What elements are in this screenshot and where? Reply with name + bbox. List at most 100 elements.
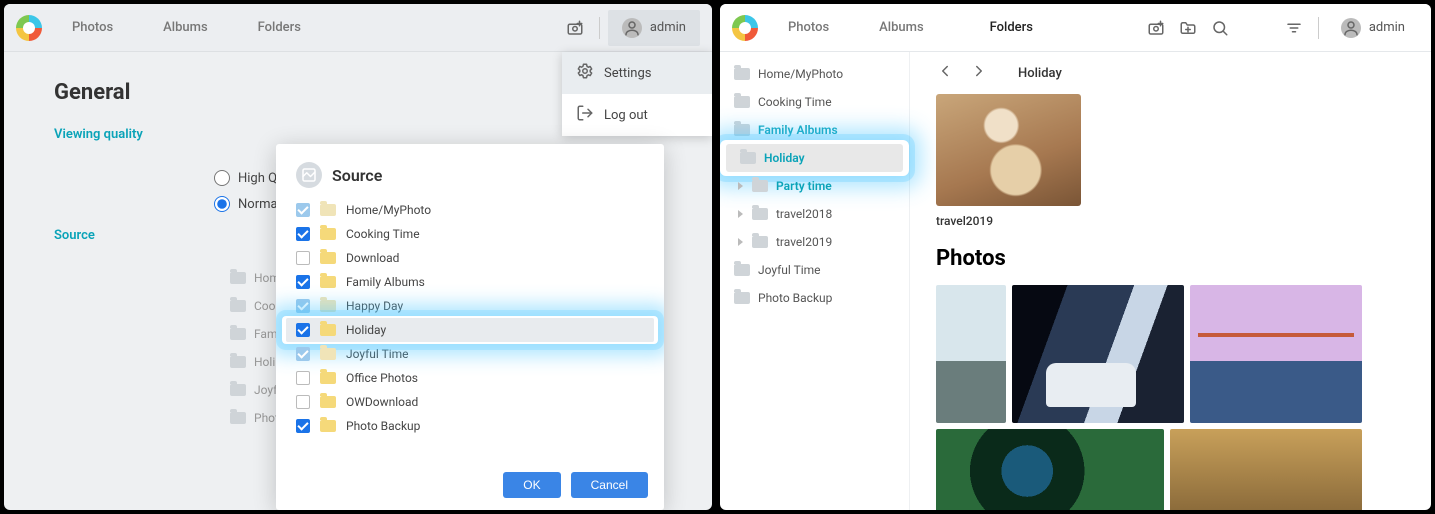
source-row-label: Holiday xyxy=(346,323,386,337)
photo-thumbnail[interactable] xyxy=(1190,285,1362,423)
photo-thumbnail[interactable] xyxy=(936,285,1006,423)
folder-icon xyxy=(230,356,246,368)
tree-item[interactable]: travel2019 xyxy=(720,228,909,256)
folder-icon xyxy=(320,396,336,408)
add-photo-icon[interactable] xyxy=(1140,12,1172,44)
cancel-button[interactable]: Cancel xyxy=(571,472,648,498)
folder-icon xyxy=(230,300,246,312)
source-row[interactable]: Cooking Time xyxy=(286,222,654,246)
folder-icon xyxy=(734,96,750,108)
tree-item-label: travel2018 xyxy=(776,207,832,221)
folder-icon xyxy=(320,300,336,312)
source-row[interactable]: Joyful Time xyxy=(286,342,654,366)
browser-panel: Photos Albums Folders admin Home/MyPhoto… xyxy=(720,4,1431,510)
source-dialog: Source Home/MyPhotoCooking TimeDownload F… xyxy=(276,144,664,510)
tree-item[interactable]: Photo Backup xyxy=(720,284,909,312)
photo-grid xyxy=(936,285,1405,423)
nav-folders[interactable]: Folders xyxy=(258,20,301,35)
dialog-header: Source xyxy=(276,144,664,198)
folder-icon xyxy=(734,264,750,276)
nav-photos[interactable]: Photos xyxy=(788,20,829,35)
photo-thumbnail[interactable] xyxy=(936,429,1164,510)
add-photo-icon[interactable] xyxy=(559,12,591,44)
add-folder-icon[interactable] xyxy=(1172,12,1204,44)
tree-item-label: Family Albums xyxy=(758,123,838,137)
nav-photos[interactable]: Photos xyxy=(72,20,113,35)
tree-item[interactable]: Family Albums xyxy=(720,116,909,144)
folder-icon xyxy=(230,384,246,396)
avatar-icon xyxy=(1341,18,1361,38)
nav-forward-icon xyxy=(970,62,988,84)
checkbox[interactable] xyxy=(296,323,310,337)
checkbox[interactable] xyxy=(296,251,310,265)
tree-item-label: Cooking Time xyxy=(758,95,832,109)
breadcrumb: Holiday xyxy=(936,62,1405,84)
folder-icon xyxy=(734,292,750,304)
search-icon[interactable] xyxy=(1204,12,1236,44)
photo-thumbnail[interactable] xyxy=(1012,285,1184,423)
source-row[interactable]: Photo Backup xyxy=(286,414,654,438)
source-row-label: Photo Backup xyxy=(346,419,420,433)
source-row[interactable]: Home/MyPhoto xyxy=(286,198,654,222)
photo-thumbnail[interactable] xyxy=(1170,429,1362,510)
tree-item[interactable]: travel2018 xyxy=(720,200,909,228)
filter-icon[interactable] xyxy=(1278,12,1310,44)
checkbox[interactable] xyxy=(296,275,310,289)
menu-logout[interactable]: Log out xyxy=(562,94,712,136)
nav-albums[interactable]: Albums xyxy=(163,20,207,35)
nav-divider xyxy=(1318,17,1319,39)
source-row[interactable]: Happy Day xyxy=(286,294,654,318)
top-nav-left: Photos Albums Folders admin xyxy=(4,4,712,52)
expand-caret-icon[interactable] xyxy=(738,210,743,218)
checkbox[interactable] xyxy=(296,299,310,313)
checkbox[interactable] xyxy=(296,203,310,217)
source-row[interactable]: Office Photos xyxy=(286,366,654,390)
source-row[interactable]: Family Albums xyxy=(286,270,654,294)
folder-icon xyxy=(734,68,750,80)
user-menu-trigger[interactable]: admin xyxy=(608,10,700,46)
folder-icon xyxy=(320,372,336,384)
user-menu-trigger[interactable]: admin xyxy=(1327,10,1419,46)
subfolder-thumbnail[interactable]: travel2019 xyxy=(936,94,1081,228)
folder-icon xyxy=(320,276,336,288)
radio-normal-input[interactable] xyxy=(214,196,230,212)
radio-hq-input[interactable] xyxy=(214,170,230,186)
source-row-label: Family Albums xyxy=(346,275,425,289)
tree-item-label: travel2019 xyxy=(776,235,832,249)
checkbox[interactable] xyxy=(296,371,310,385)
dialog-title: Source xyxy=(332,166,382,185)
source-row[interactable]: Download xyxy=(286,246,654,270)
app-logo-icon xyxy=(16,15,42,41)
app-logo-icon xyxy=(732,15,758,41)
tree-item[interactable]: Party time xyxy=(720,172,909,200)
checkbox[interactable] xyxy=(296,419,310,433)
tree-item[interactable]: Cooking Time xyxy=(720,88,909,116)
tree-item[interactable]: Joyful Time xyxy=(720,256,909,284)
nav-divider xyxy=(599,17,600,39)
nav-albums[interactable]: Albums xyxy=(879,20,923,35)
breadcrumb-title: Holiday xyxy=(1018,66,1062,81)
folder-icon xyxy=(230,328,246,340)
source-row[interactable]: Holiday xyxy=(286,318,654,342)
folder-icon xyxy=(740,152,756,164)
folder-icon xyxy=(230,412,246,424)
folder-tree: Home/MyPhoto Cooking Time Family Albums Hol… xyxy=(720,52,910,510)
source-row[interactable]: OWDownload xyxy=(286,390,654,414)
expand-caret-icon[interactable] xyxy=(738,238,743,246)
checkbox[interactable] xyxy=(296,395,310,409)
expand-caret-icon[interactable] xyxy=(738,182,743,190)
checkbox[interactable] xyxy=(296,347,310,361)
tree-item[interactable]: Holiday xyxy=(726,144,903,172)
nav-folders[interactable]: Folders xyxy=(974,14,1049,41)
tree-item[interactable]: Home/MyPhoto xyxy=(720,60,909,88)
checkbox[interactable] xyxy=(296,227,310,241)
folder-icon xyxy=(230,272,246,284)
dialog-folder-list: Home/MyPhotoCooking TimeDownload Family A… xyxy=(276,198,664,460)
folder-icon xyxy=(320,420,336,432)
tree-item-label: Holiday xyxy=(764,151,805,165)
source-row-label: Office Photos xyxy=(346,371,418,385)
user-name: admin xyxy=(650,20,686,35)
ok-button[interactable]: OK xyxy=(503,472,560,498)
menu-settings[interactable]: Settings xyxy=(562,52,712,94)
nav-back-icon[interactable] xyxy=(936,62,954,84)
